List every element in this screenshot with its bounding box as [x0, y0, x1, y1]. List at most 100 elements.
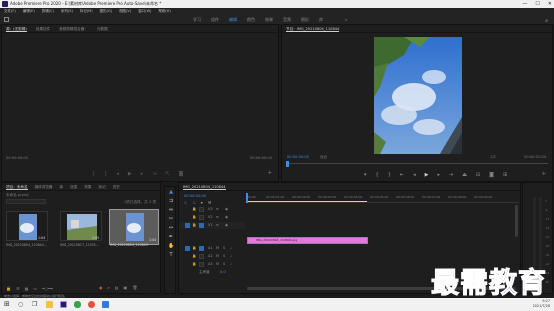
program-add-button-icon[interactable]: +: [542, 171, 546, 177]
find-icon[interactable]: ⌕: [108, 285, 110, 290]
tab-metadata[interactable]: 元数据: [97, 25, 108, 32]
icon-view-icon[interactable]: ▦: [25, 286, 29, 291]
mic-icon[interactable]: ♩: [230, 261, 232, 268]
timeline-ruler[interactable]: 00:00 00:00:01:00 00:00:02:00 00:00:03:0…: [246, 193, 519, 203]
list-view-icon[interactable]: ☰: [16, 286, 20, 291]
menu-window[interactable]: 窗口(W): [138, 8, 151, 15]
sync-lock-icon[interactable]: ⇋: [216, 214, 219, 221]
play-icon[interactable]: ▶: [128, 171, 132, 177]
linked-selection-icon[interactable]: ⊃: [192, 200, 195, 205]
tab-effect-controls[interactable]: 效果控件: [36, 25, 50, 32]
solo-button[interactable]: S: [223, 261, 225, 268]
mark-in-icon[interactable]: {: [92, 171, 95, 177]
mute-button[interactable]: M: [216, 245, 219, 252]
work-area-bar[interactable]: [247, 201, 367, 202]
trash-icon[interactable]: 🗑: [132, 285, 137, 290]
premiere-taskbar-icon[interactable]: [60, 301, 67, 308]
zoom-slider[interactable]: ━○━━: [42, 286, 53, 291]
go-to-in-icon[interactable]: ⇤: [400, 172, 404, 178]
new-item-icon[interactable]: ▣: [124, 285, 128, 290]
resolution-dropdown[interactable]: 1/2: [490, 155, 496, 159]
menu-markers[interactable]: 标记(M): [80, 8, 93, 15]
freeform-view-icon[interactable]: ▭: [33, 286, 37, 291]
step-back-icon[interactable]: ◂: [116, 171, 119, 177]
search-icon[interactable]: ○: [18, 301, 25, 308]
lock-track-icon[interactable]: 🔒: [192, 222, 196, 229]
mark-out-icon[interactable]: }: [104, 171, 107, 177]
workspace-more-button[interactable]: »: [345, 15, 347, 24]
close-button[interactable]: ✕: [548, 0, 552, 8]
lock-track-icon[interactable]: 🔒: [192, 245, 196, 252]
lock-track-icon[interactable]: 🔒: [192, 206, 196, 213]
lock-track-icon[interactable]: 🔒: [192, 214, 196, 221]
slip-tool-icon[interactable]: ↔: [168, 225, 174, 231]
tab-media-browser[interactable]: 媒体浏览器: [35, 183, 53, 190]
track-select-tool-icon[interactable]: ⇉: [168, 198, 174, 204]
menu-file[interactable]: 文件(F): [4, 8, 16, 15]
comparison-view-icon[interactable]: ⊞: [503, 172, 507, 178]
menu-help[interactable]: 帮助(H): [158, 8, 170, 15]
program-mark-in-icon[interactable]: ▾: [364, 172, 367, 178]
program-step-back-icon[interactable]: }: [388, 172, 391, 178]
maximize-button[interactable]: ☐: [535, 0, 539, 8]
tab-history[interactable]: 历史: [113, 183, 120, 190]
source-timecode-in[interactable]: 00:00:00:00: [6, 156, 28, 160]
mute-button[interactable]: M: [216, 261, 219, 268]
sync-lock-icon[interactable]: ⇋: [216, 222, 219, 229]
lock-track-icon[interactable]: 🔒: [192, 261, 196, 268]
source-patch-v1[interactable]: [185, 223, 190, 228]
tab-markers[interactable]: 标记: [99, 183, 106, 190]
track-target-button[interactable]: [199, 223, 204, 228]
program-next-frame-icon[interactable]: ▸: [437, 172, 440, 178]
wechat-icon[interactable]: [74, 301, 81, 308]
eye-icon[interactable]: ◉: [225, 222, 228, 229]
mic-icon[interactable]: ♩: [230, 245, 232, 252]
program-prev-frame-icon[interactable]: ◂: [413, 172, 416, 178]
eye-icon[interactable]: ◉: [225, 214, 228, 221]
project-search-input[interactable]: [6, 199, 46, 204]
timeline-clip[interactable]: IMG_20210804_110844.jpg: [247, 237, 368, 244]
lift-icon[interactable]: ⏏: [462, 172, 467, 178]
track-target-button[interactable]: [199, 246, 204, 251]
tab-sequence[interactable]: IMG_20210804_110844: [183, 183, 226, 190]
insert-icon[interactable]: ⇲: [152, 171, 156, 177]
fit-dropdown[interactable]: 适合: [320, 155, 327, 160]
eye-icon[interactable]: ◉: [225, 206, 228, 213]
tab-audio-clip-mixer[interactable]: 音频剪辑混合器：: [59, 25, 88, 32]
menu-view[interactable]: 视图(V): [119, 8, 131, 15]
pen-tool-icon[interactable]: ✒: [168, 234, 174, 240]
mute-button[interactable]: M: [216, 253, 219, 260]
ripple-edit-tool-icon[interactable]: ⇹: [168, 207, 174, 213]
menu-graphics[interactable]: 图形(G): [100, 8, 112, 15]
solo-button[interactable]: S: [223, 253, 225, 260]
lock-icon[interactable]: 🔒: [6, 286, 11, 291]
playhead[interactable]: [246, 193, 248, 203]
automate-icon[interactable]: ◉: [99, 285, 103, 290]
mic-icon[interactable]: ♩: [230, 253, 232, 260]
wrench-icon[interactable]: ⚒: [208, 200, 212, 205]
new-bin-icon[interactable]: ▤: [115, 285, 119, 290]
snap-icon[interactable]: ⊂: [184, 200, 187, 205]
selection-tool-icon[interactable]: ▲: [168, 189, 174, 195]
track-target-button[interactable]: [199, 207, 204, 212]
overwrite-icon[interactable]: ⇱: [165, 171, 169, 177]
program-timecode[interactable]: 00:00:00:00: [287, 155, 309, 159]
tab-source[interactable]: 源：(无剪辑): [6, 25, 27, 32]
app-icon[interactable]: [102, 301, 109, 308]
add-marker-icon[interactable]: ▾: [201, 200, 203, 205]
menu-edit[interactable]: 编辑(E): [23, 8, 35, 15]
tab-info[interactable]: 信息: [70, 183, 77, 190]
program-scrubber[interactable]: [286, 161, 548, 167]
razor-tool-icon[interactable]: ✂: [168, 216, 174, 222]
tab-libraries[interactable]: 库: [60, 183, 64, 190]
menu-sequence[interactable]: 序列(S): [61, 8, 73, 15]
menu-clip[interactable]: 剪辑(C): [42, 8, 54, 15]
program-mark-out-icon[interactable]: {: [376, 172, 379, 178]
file-explorer-icon[interactable]: [46, 301, 53, 308]
hand-tool-icon[interactable]: ✋: [168, 243, 174, 249]
tab-project[interactable]: 项目：未命名: [6, 183, 28, 190]
type-tool-icon[interactable]: T: [168, 252, 174, 258]
sync-lock-icon[interactable]: ⇋: [216, 206, 219, 213]
browser-icon[interactable]: [88, 301, 95, 308]
track-target-button[interactable]: [199, 254, 204, 259]
